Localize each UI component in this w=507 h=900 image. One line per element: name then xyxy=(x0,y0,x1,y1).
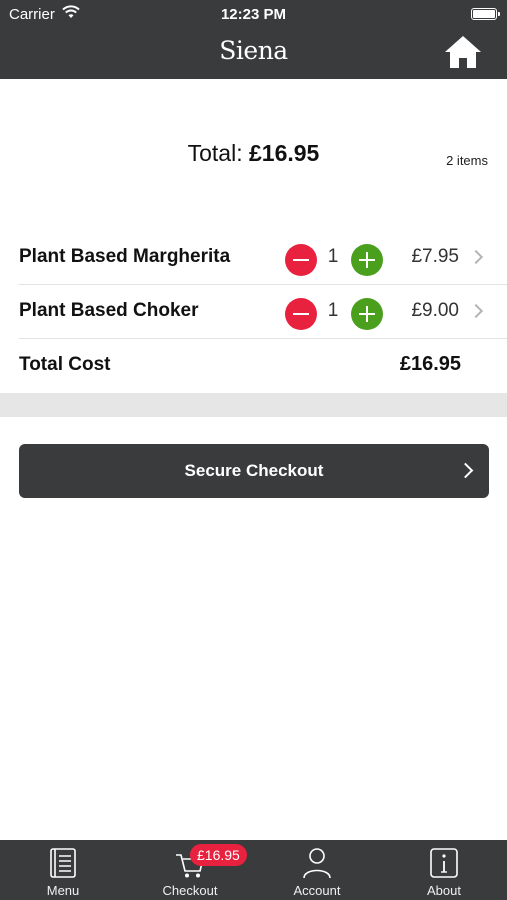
nav-header: Carrier 12:23 PM Siena xyxy=(0,0,507,79)
menu-book-icon xyxy=(50,848,76,878)
cart-item-name: Plant Based Margherita xyxy=(19,246,231,267)
cart-item-price: £7.95 xyxy=(411,246,459,267)
decrease-quantity-button[interactable] xyxy=(285,298,317,330)
status-bar: Carrier 12:23 PM xyxy=(0,0,507,30)
increase-quantity-button[interactable] xyxy=(351,244,383,276)
status-time: 12:23 PM xyxy=(220,6,287,23)
summary-total-label: Total: xyxy=(187,140,243,166)
summary-total-value: £16.95 xyxy=(249,140,320,166)
quantity-value: 1 xyxy=(327,246,339,267)
section-separator xyxy=(0,393,507,417)
tab-menu[interactable]: Menu xyxy=(0,840,126,900)
item-count: 2 items xyxy=(446,153,488,168)
person-icon xyxy=(303,848,331,879)
tab-label: Menu xyxy=(46,883,80,898)
info-icon xyxy=(430,848,458,878)
secure-checkout-button[interactable]: Secure Checkout xyxy=(19,444,489,498)
quantity-value: 1 xyxy=(327,300,339,321)
cart-item-price: £9.00 xyxy=(411,300,459,321)
cart-item-name: Plant Based Choker xyxy=(19,300,199,321)
chevron-right-icon[interactable] xyxy=(468,303,484,319)
total-cost-label: Total Cost xyxy=(19,354,111,375)
secure-checkout-label: Secure Checkout xyxy=(184,461,324,480)
app-title: Siena xyxy=(219,36,288,65)
cart-total-badge: £16.95 xyxy=(190,844,247,866)
tab-label: Checkout xyxy=(162,883,218,898)
cart-item-row[interactable]: Plant Based Margherita 1 £7.95 xyxy=(0,231,507,285)
increase-quantity-button[interactable] xyxy=(351,298,383,330)
tab-label: About xyxy=(427,883,461,898)
chevron-right-icon[interactable] xyxy=(468,249,484,265)
decrease-quantity-button[interactable] xyxy=(285,244,317,276)
order-summary-total: Total: £16.95 xyxy=(0,140,507,167)
tab-account[interactable]: Account xyxy=(254,840,380,900)
total-cost-row: Total Cost £16.95 xyxy=(0,339,507,393)
total-cost-value: £16.95 xyxy=(399,353,461,375)
home-icon[interactable] xyxy=(444,35,482,69)
tab-label: Account xyxy=(293,883,341,898)
battery-icon xyxy=(471,8,500,20)
tab-bar: Menu Checkout Account About xyxy=(0,840,507,900)
cart-item-row[interactable]: Plant Based Choker 1 £9.00 xyxy=(0,285,507,339)
tab-about[interactable]: About xyxy=(381,840,507,900)
